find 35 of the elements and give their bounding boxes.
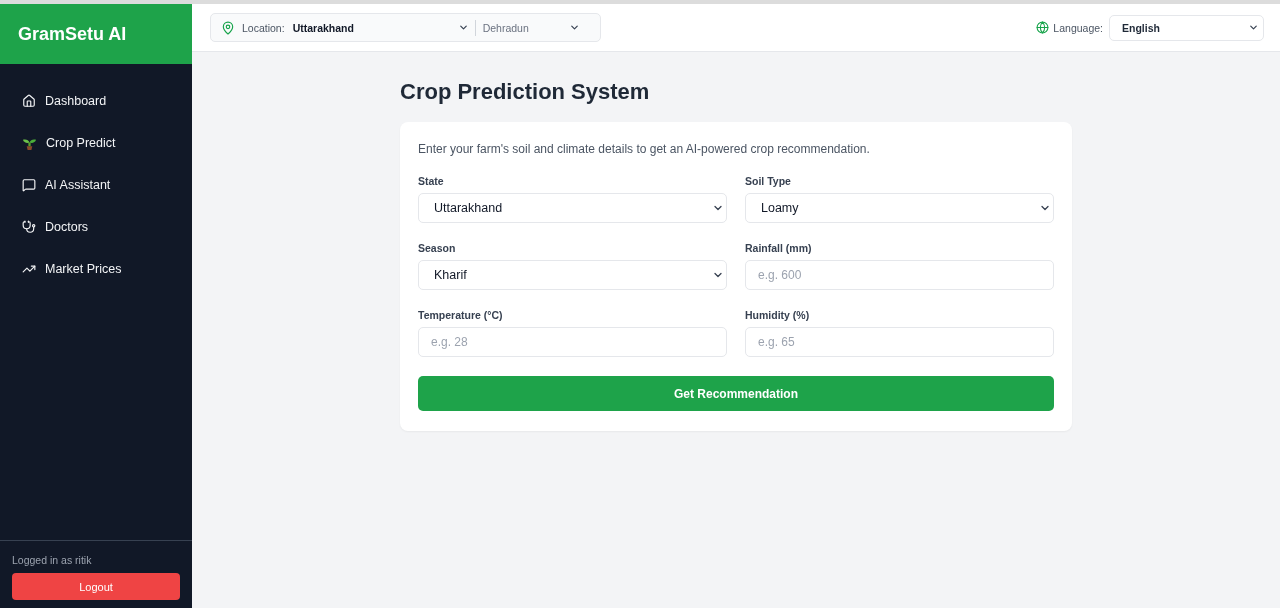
stethoscope-icon [22,220,36,234]
logged-in-text: Logged in as ritik [12,554,93,566]
select-field[interactable]: Loamy [745,193,1054,223]
chevron-down-icon [1248,22,1259,33]
select-field[interactable]: Uttarakhand [418,193,727,223]
chevron-down-icon [568,22,580,33]
chevron-down-icon [457,22,469,33]
globe-icon [1036,21,1050,34]
field-label: Humidity (%) [745,308,811,322]
language-select[interactable]: English [1109,14,1264,41]
location-label: Location: [242,21,285,34]
language-label: Language: [1053,21,1103,34]
map-pin-icon [221,20,235,35]
state-select[interactable]: Uttarakhand [292,21,475,34]
district-select[interactable]: Dehradun [475,21,586,34]
input-field[interactable]: e.g. 65 [745,327,1054,357]
logout-button[interactable]: Logout [12,573,180,600]
page-title: Crop Prediction System [400,78,651,106]
input-field[interactable]: e.g. 28 [418,327,727,357]
chat-icon [22,178,36,192]
nav-item[interactable]: Crop Predict [0,122,192,164]
field-label: State [418,174,445,188]
nav-item[interactable]: Doctors [0,206,192,248]
nav-item[interactable]: Market Prices [0,248,192,290]
brand-name: GramSetu AI [18,23,127,45]
field-label: Season [418,241,457,255]
nav-item[interactable]: Dashboard [0,80,192,122]
form-description: Enter your farm's soil and climate details to get an AI-powered crop recommendation. [418,141,871,158]
field-label: Soil Type [745,174,792,188]
input-field[interactable]: e.g. 600 [745,260,1054,290]
field-label: Rainfall (mm) [745,241,813,255]
home-icon [22,94,36,108]
select-field[interactable]: Kharif [418,260,727,290]
field-label: Temperature (°C) [418,308,504,322]
nav-item[interactable]: AI Assistant [0,164,192,206]
